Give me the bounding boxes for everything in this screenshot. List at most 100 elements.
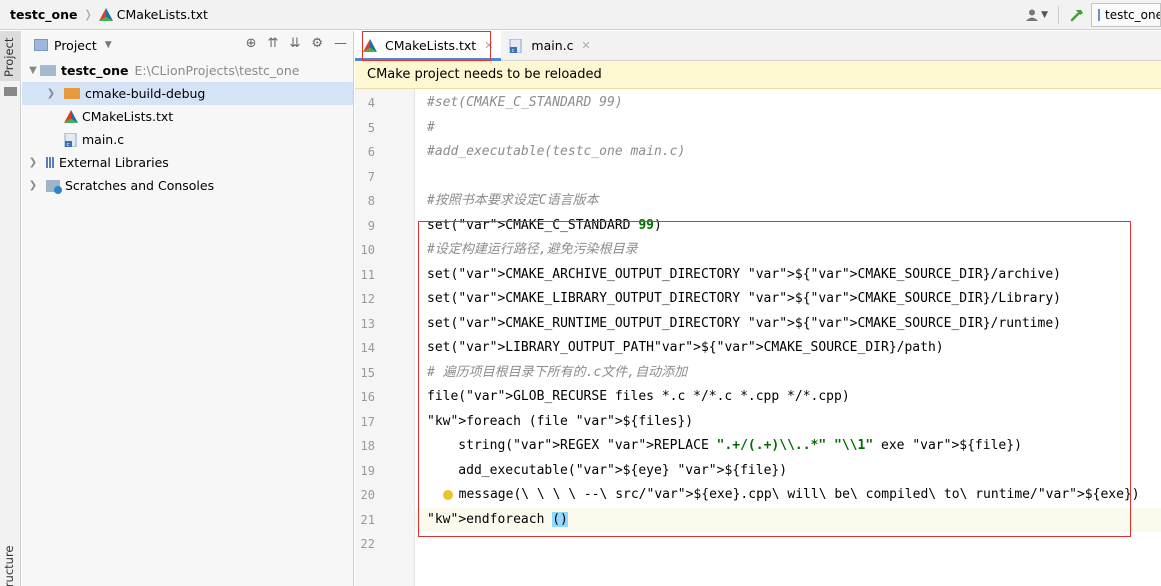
- code-line[interactable]: file("var">GLOB_RECURSE files *.c */*.c …: [427, 385, 850, 410]
- chevron-right-icon[interactable]: ❯: [26, 180, 40, 191]
- code-line[interactable]: #set(CMAKE_C_STANDARD 99): [427, 91, 623, 116]
- tree-root-path: E:\CLionProjects\testc_one: [134, 63, 300, 78]
- svg-text:c: c: [512, 48, 515, 53]
- close-icon[interactable]: ✕: [582, 39, 591, 52]
- chevron-down-icon[interactable]: ▼: [26, 65, 40, 76]
- run-config-label: testc_one: [1105, 8, 1161, 22]
- notification-banner: CMake project needs to be reloaded: [355, 61, 1161, 89]
- c-file-icon: c: [64, 132, 77, 147]
- line-number: 14: [360, 341, 375, 355]
- tree-main-c-label: main.c: [82, 132, 125, 147]
- svg-text:c: c: [67, 142, 70, 147]
- project-panel: Project ▼ ⊕ ⇈ ⇊ ⚙ — ▼ testc_one E:\CLion…: [22, 31, 354, 586]
- line-number: 22: [360, 537, 375, 551]
- line-number: 15: [360, 365, 375, 380]
- folder-icon: [64, 88, 80, 99]
- code-line[interactable]: set("var">CMAKE_C_STANDARD 99): [427, 214, 662, 239]
- folder-icon: [4, 87, 17, 96]
- tree-root-label: testc_one: [61, 63, 129, 78]
- editor: CMakeLists.txt ✕ c main.c ✕ CMake projec…: [355, 31, 1161, 586]
- tab-cmakelists[interactable]: CMakeLists.txt ✕: [355, 31, 502, 61]
- line-number: 7: [367, 169, 375, 184]
- project-view-dropdown[interactable]: Project: [54, 38, 97, 53]
- code-line[interactable]: set("var">LIBRARY_OUTPUT_PATH"var">${"va…: [427, 336, 944, 361]
- tree-item-build-folder[interactable]: ❯ cmake-build-debug: [22, 82, 353, 105]
- tree-item-main-c[interactable]: c main.c: [22, 128, 353, 151]
- line-number: 11: [360, 267, 375, 282]
- run-config-selector[interactable]: testc_one: [1091, 3, 1161, 27]
- line-number: 13: [360, 316, 375, 331]
- notification-text: CMake project needs to be reloaded: [367, 67, 602, 82]
- project-panel-header: Project ▼ ⊕ ⇈ ⇊ ⚙ —: [22, 31, 353, 59]
- line-number: 21: [360, 512, 375, 527]
- chevron-right-icon[interactable]: ❯: [44, 88, 58, 99]
- code-line[interactable]: add_executable("var">${eye} "var">${file…: [427, 459, 787, 484]
- tab-cmakelists-label: CMakeLists.txt: [385, 38, 477, 53]
- code-line[interactable]: message(\ \ \ \ --\ src/"var">${exe}.cpp…: [427, 483, 1140, 508]
- line-number: 17: [360, 414, 375, 429]
- tree-item-cmakelists[interactable]: CMakeLists.txt: [22, 105, 353, 128]
- code-area[interactable]: 4 5 6 7 8 9 10 11 12 13 14 15 16 17 18 19 20 21 22 #set(CM…: [355, 89, 1161, 586]
- tool-window-stripe: Project Structure: [0, 31, 21, 586]
- line-number: 6: [367, 145, 375, 159]
- line-number: 5: [367, 120, 375, 135]
- tree-item-external-libraries[interactable]: ❯ External Libraries: [22, 151, 353, 174]
- build-button[interactable]: [1063, 3, 1091, 27]
- project-tool-label[interactable]: Project: [2, 38, 16, 77]
- line-number: 18: [360, 439, 375, 453]
- expand-all-icon[interactable]: ⇈: [268, 36, 279, 51]
- locate-icon[interactable]: ⊕: [246, 36, 257, 51]
- line-number: 4: [367, 96, 375, 110]
- gear-icon[interactable]: ⚙: [311, 36, 323, 51]
- chevron-down-icon: ▼: [104, 40, 112, 50]
- line-number: 10: [360, 243, 375, 257]
- tree-item-scratches[interactable]: ❯ Scratches and Consoles: [22, 174, 353, 197]
- scratches-icon: [46, 179, 62, 194]
- code-line[interactable]: "kw">foreach (file "var">${files}): [427, 410, 693, 435]
- code-line[interactable]: #add_executable(testc_one main.c): [427, 140, 685, 165]
- hide-icon[interactable]: —: [334, 36, 347, 51]
- tree-build-folder-label: cmake-build-debug: [85, 86, 206, 101]
- breadcrumb-separator-icon: ❭: [83, 8, 93, 21]
- panel-header-actions: ⊕ ⇈ ⇊ ⚙ —: [246, 36, 347, 51]
- code-line[interactable]: set("var">CMAKE_LIBRARY_OUTPUT_DIRECTORY…: [427, 287, 1061, 312]
- close-icon[interactable]: ✕: [484, 39, 493, 52]
- code-line[interactable]: # 遍历项目根目录下所有的.c文件,自动添加: [427, 361, 687, 386]
- vcs-user-button[interactable]: ▼: [1019, 3, 1054, 27]
- line-number: 9: [367, 218, 375, 233]
- hammer-icon: [1070, 10, 1083, 22]
- toolbar-divider: [1058, 6, 1059, 24]
- lightbulb-icon[interactable]: [442, 489, 453, 500]
- library-icon: [46, 157, 54, 168]
- code-line[interactable]: set("var">CMAKE_RUNTIME_OUTPUT_DIRECTORY…: [427, 312, 1061, 337]
- breadcrumb-file[interactable]: CMakeLists.txt: [117, 7, 208, 22]
- line-number-gutter: 4 5 6 7 8 9 10 11 12 13 14 15 16 17 18 19 20 21 22: [355, 89, 415, 586]
- code-line[interactable]: #: [427, 116, 435, 141]
- code-line[interactable]: "kw">endforeach (): [427, 508, 568, 533]
- toolbar-right: ▼ testc_one: [1019, 0, 1161, 30]
- code-line[interactable]: string("var">REGEX "var">REPLACE ".+/(.+…: [427, 434, 1022, 459]
- chevron-right-icon[interactable]: ❯: [26, 157, 40, 168]
- tab-main-c[interactable]: c main.c ✕: [501, 31, 598, 60]
- navigation-bar: testc_one ❭ CMakeLists.txt ▼ testc_one: [0, 0, 1161, 30]
- code-line[interactable]: #按照书本要求设定C语言版本: [427, 189, 599, 214]
- tree-item-root[interactable]: ▼ testc_one E:\CLionProjects\testc_one: [22, 59, 353, 82]
- cmake-icon: [363, 39, 377, 52]
- line-number: 16: [360, 390, 375, 404]
- line-number: 19: [360, 463, 375, 478]
- code-line[interactable]: #设定构建运行路径,避免污染根目录: [427, 238, 638, 263]
- project-view-icon: [34, 39, 48, 51]
- editor-tab-bar: CMakeLists.txt ✕ c main.c ✕: [355, 31, 1161, 61]
- tree-scratches-label: Scratches and Consoles: [65, 178, 215, 193]
- structure-tool-label[interactable]: Structure: [2, 546, 16, 586]
- folder-icon: [40, 65, 56, 76]
- breadcrumb: testc_one ❭ CMakeLists.txt: [10, 7, 208, 22]
- breadcrumb-project[interactable]: testc_one: [10, 7, 78, 22]
- c-file-icon: c: [509, 38, 522, 53]
- tab-main-c-label: main.c: [531, 38, 574, 53]
- collapse-all-icon[interactable]: ⇊: [289, 36, 300, 51]
- user-icon: [1026, 9, 1039, 21]
- cmake-icon: [64, 110, 78, 123]
- tree-cmakelists-label: CMakeLists.txt: [82, 109, 174, 124]
- code-line[interactable]: set("var">CMAKE_ARCHIVE_OUTPUT_DIRECTORY…: [427, 263, 1061, 288]
